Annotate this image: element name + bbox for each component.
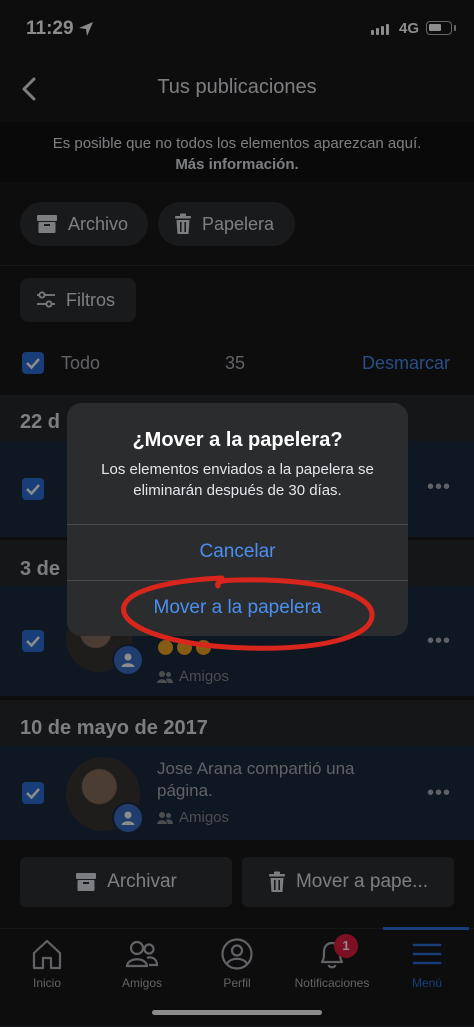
cancel-button[interactable]: Cancelar xyxy=(67,541,408,563)
dialog-title: ¿Mover a la papelera? xyxy=(132,429,343,451)
dialog-divider xyxy=(67,524,408,525)
dialog-message: Los elementos enviados a la papelera se … xyxy=(101,461,374,499)
annotation-circle-icon xyxy=(121,575,375,651)
